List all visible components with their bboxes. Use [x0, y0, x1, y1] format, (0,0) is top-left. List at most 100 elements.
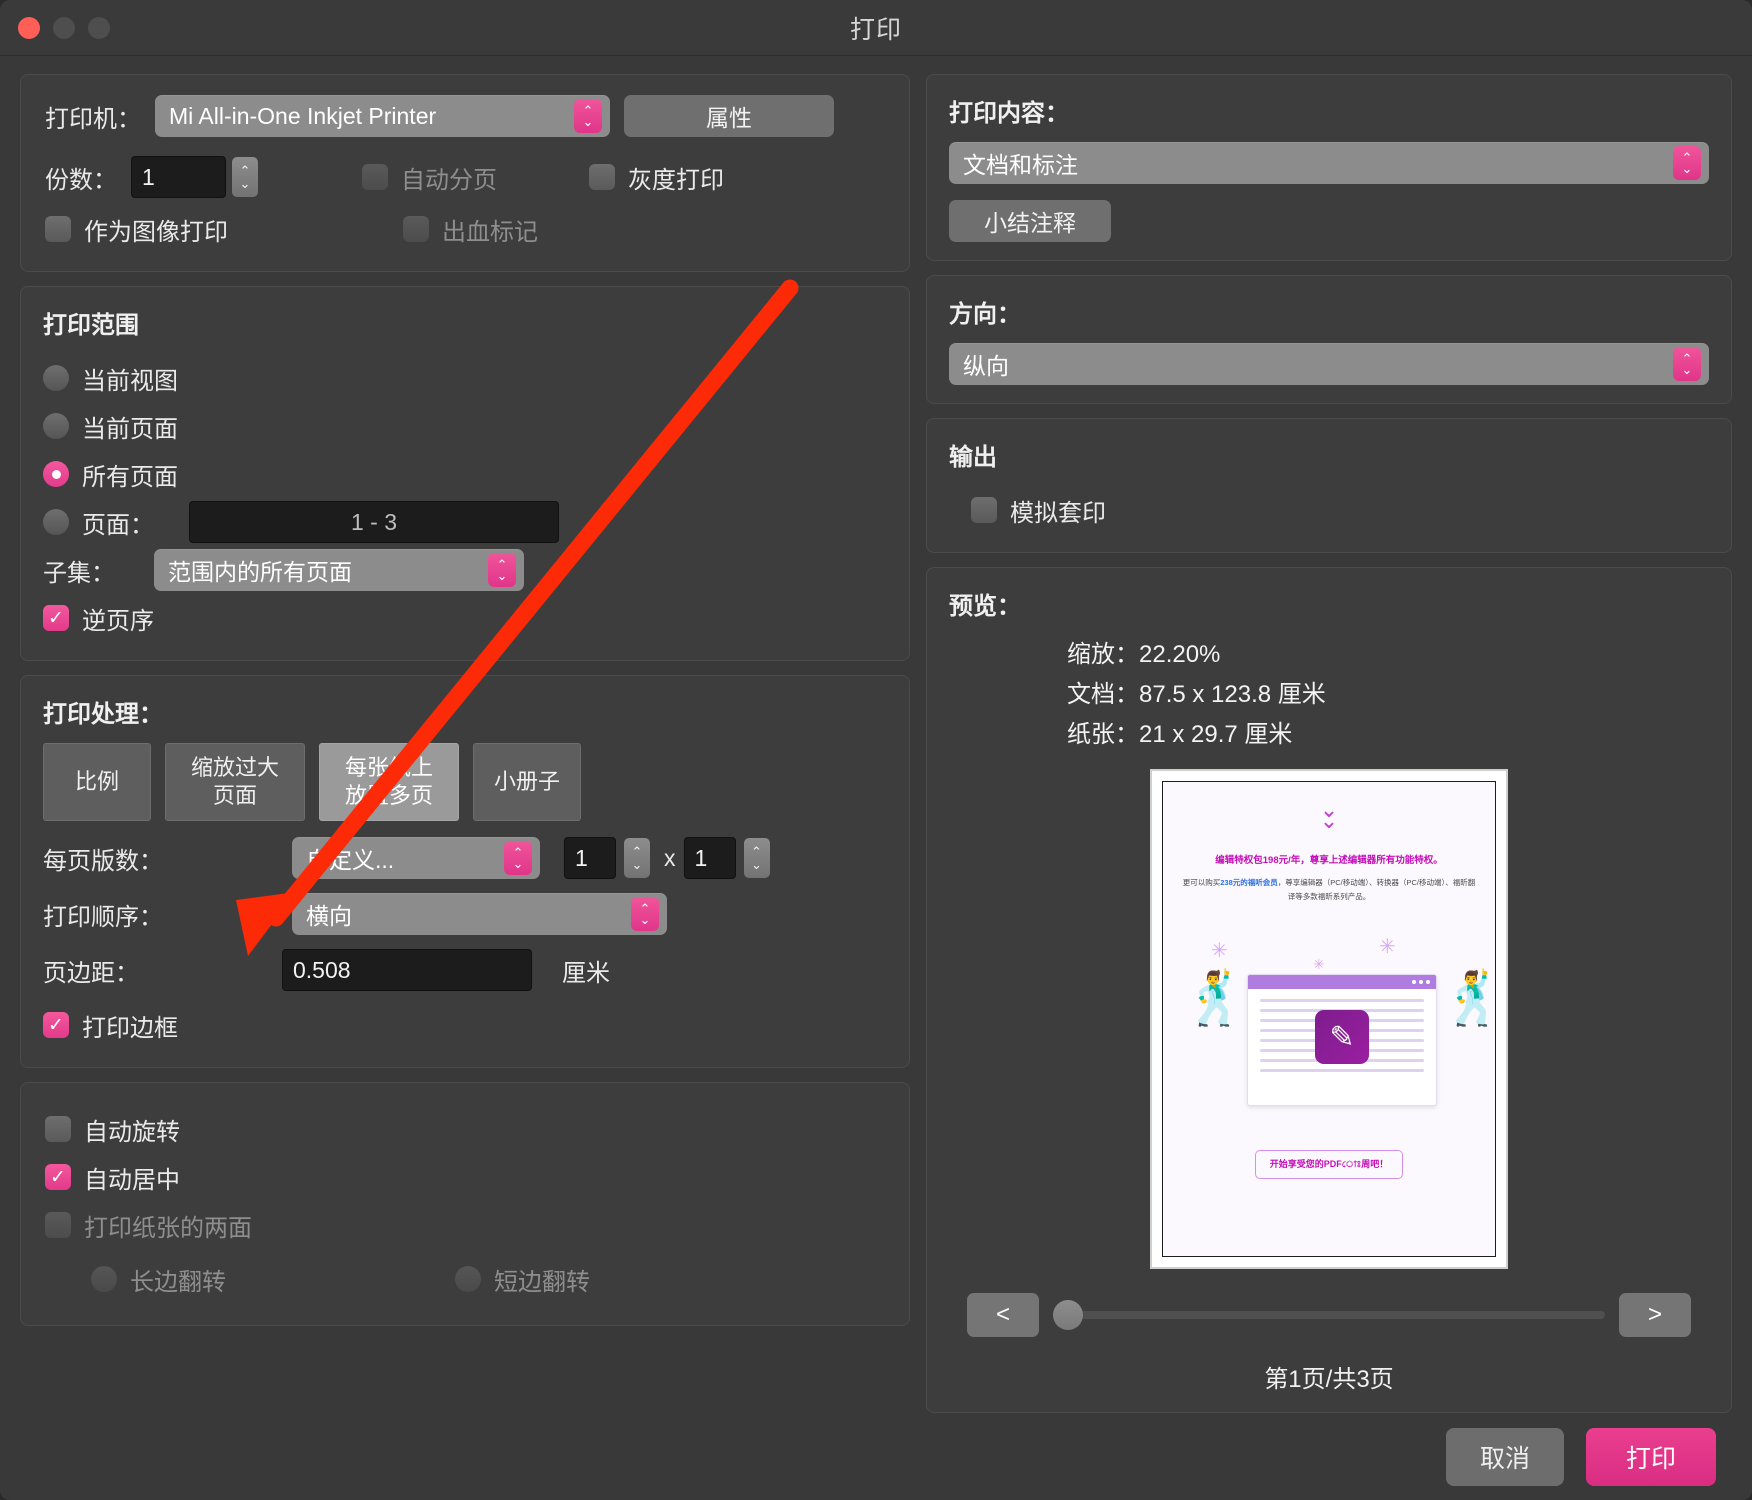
- window-titlebar: 打印: [0, 0, 1752, 56]
- printer-select-value: Mi All-in-One Inkjet Printer: [169, 103, 574, 130]
- range-pages-option[interactable]: 页面： 1 - 3: [43, 498, 887, 546]
- chevron-double-down-icon: ⌄⌄: [1320, 804, 1338, 826]
- order-select[interactable]: 横向 ⌃⌄: [292, 893, 667, 935]
- simulate-overprint-option[interactable]: 模拟套印: [949, 486, 1709, 534]
- firework-icon: ✳: [1379, 934, 1396, 959]
- print-content-select[interactable]: 文档和标注 ⌃⌄: [949, 142, 1709, 184]
- range-current-page-radio[interactable]: [43, 413, 69, 439]
- chevron-updown-icon: ⌃⌄: [488, 553, 516, 587]
- simulate-overprint-checkbox[interactable]: [971, 497, 997, 523]
- preview-prev-button[interactable]: <: [967, 1293, 1039, 1337]
- cancel-button[interactable]: 取消: [1446, 1428, 1564, 1486]
- bleed-marks-checkbox: [403, 216, 429, 242]
- misc-options-group: 自动旋转 ✓ 自动居中 打印纸张的两面 长边翻转: [20, 1082, 910, 1326]
- long-edge-radio: [91, 1266, 117, 1292]
- tab-shrink-oversized[interactable]: 缩放过大 页面: [165, 743, 305, 821]
- pages-input[interactable]: 1 - 3: [189, 501, 559, 543]
- range-current-view-option[interactable]: 当前视图: [43, 354, 887, 402]
- range-current-view-radio[interactable]: [43, 365, 69, 391]
- tab-scale[interactable]: 比例: [43, 743, 151, 821]
- print-border-option[interactable]: ✓ 打印边框: [43, 1001, 887, 1049]
- bleed-marks-label: 出血标记: [442, 212, 538, 247]
- print-border-label: 打印边框: [82, 1008, 178, 1043]
- print-range-title: 打印范围: [43, 305, 887, 340]
- preview-next-button[interactable]: >: [1619, 1293, 1691, 1337]
- order-label: 打印顺序：: [43, 897, 233, 932]
- copies-stepper[interactable]: ⌃⌄: [232, 157, 258, 197]
- firework-icon: ✳: [1211, 938, 1228, 963]
- collate-option: 自动分页: [362, 153, 497, 201]
- print-content-select-value: 文档和标注: [963, 146, 1673, 180]
- grayscale-checkbox[interactable]: [589, 164, 615, 190]
- properties-button[interactable]: 属性: [624, 95, 834, 137]
- times-symbol: x: [664, 845, 676, 872]
- grayscale-option[interactable]: 灰度打印: [589, 153, 724, 201]
- tab-booklet[interactable]: 小册子: [473, 743, 581, 821]
- dialog-footer: 取消 打印: [0, 1413, 1752, 1500]
- preview-thumbnail-wrap: ⌄⌄ 编辑特权包198元/年，尊享上述编辑器所有功能特权。 更可以购买238元的…: [949, 769, 1709, 1269]
- preview-thumbnail[interactable]: ⌄⌄ 编辑特权包198元/年，尊享上述编辑器所有功能特权。 更可以购买238元的…: [1150, 769, 1508, 1269]
- tab-scale-label: 比例: [75, 768, 119, 796]
- auto-center-option[interactable]: ✓ 自动居中: [45, 1153, 885, 1201]
- orientation-select[interactable]: 纵向 ⌃⌄: [949, 343, 1709, 385]
- range-all-pages-option[interactable]: 所有页面: [43, 450, 887, 498]
- print-as-image-option[interactable]: 作为图像打印: [45, 205, 228, 253]
- auto-rotate-option[interactable]: 自动旋转: [45, 1105, 885, 1153]
- auto-rotate-checkbox[interactable]: [45, 1116, 71, 1142]
- preview-zoom-value: 22.20%: [1139, 641, 1220, 668]
- tab-shrink-oversized-label: 缩放过大 页面: [191, 754, 279, 810]
- orientation-select-value: 纵向: [963, 347, 1673, 381]
- preview-subline-c: ，尊享编辑器（PC/移动端）、转换器（PC/移动端）、福昕翻译等多款福昕系列产品…: [1278, 878, 1476, 901]
- right-column: 打印内容： 文档和标注 ⌃⌄ 小结注释 方向： 纵向 ⌃⌄ 输出 模拟套印: [926, 74, 1732, 1413]
- browser-titlebar: [1248, 975, 1436, 989]
- print-as-image-checkbox[interactable]: [45, 216, 71, 242]
- range-current-view-label: 当前视图: [82, 361, 178, 396]
- printer-select[interactable]: Mi All-in-One Inkjet Printer ⌃⌄: [155, 95, 610, 137]
- long-edge-label: 长边翻转: [130, 1262, 226, 1297]
- per-page-select[interactable]: 自定义... ⌃⌄: [292, 837, 540, 879]
- tab-multiple-per-sheet[interactable]: 每张纸上 放置多页: [319, 743, 459, 821]
- simulate-overprint-label: 模拟套印: [1010, 493, 1106, 528]
- preview-subline: 更可以购买238元的福听会员，尊享编辑器（PC/移动端）、转换器（PC/移动端）…: [1163, 876, 1495, 904]
- auto-center-checkbox[interactable]: ✓: [45, 1164, 71, 1190]
- output-group: 输出 模拟套印: [926, 418, 1732, 553]
- range-current-page-label: 当前页面: [82, 409, 178, 444]
- grayscale-label: 灰度打印: [628, 160, 724, 195]
- preview-group: 预览： 缩放：22.20% 文档：87.5 x 123.8 厘米 纸张：21 x…: [926, 567, 1732, 1413]
- margin-input[interactable]: 0.508: [282, 949, 532, 991]
- subset-select-value: 范围内的所有页面: [168, 553, 488, 587]
- subset-select[interactable]: 范围内的所有页面 ⌃⌄: [154, 549, 524, 591]
- per-page-select-value: 自定义...: [306, 841, 504, 875]
- order-row: 打印顺序： 横向 ⌃⌄: [43, 893, 887, 935]
- left-column: 打印机： Mi All-in-One Inkjet Printer ⌃⌄ 属性 …: [20, 74, 910, 1413]
- columns-input[interactable]: 1: [564, 837, 616, 879]
- duplex-label: 打印纸张的两面: [84, 1208, 252, 1243]
- print-handling-group: 打印处理： 比例 缩放过大 页面 每张纸上 放置多页 小册子 每页版数： 自定义…: [20, 675, 910, 1068]
- range-pages-radio[interactable]: [43, 509, 69, 535]
- print-border-checkbox[interactable]: ✓: [43, 1012, 69, 1038]
- reverse-order-option[interactable]: ✓ 逆页序: [43, 594, 887, 642]
- preview-slider-knob[interactable]: [1053, 1300, 1083, 1330]
- handling-tabs: 比例 缩放过大 页面 每张纸上 放置多页 小册子: [43, 743, 887, 821]
- range-all-pages-radio[interactable]: [43, 461, 69, 487]
- range-all-pages-label: 所有页面: [82, 457, 178, 492]
- summarize-comments-button[interactable]: 小结注释: [949, 200, 1111, 242]
- rows-input[interactable]: 1: [684, 837, 736, 879]
- margin-unit-label: 厘米: [562, 953, 610, 988]
- copies-input[interactable]: 1: [131, 156, 226, 198]
- chevron-updown-icon: ⌃⌄: [631, 897, 659, 931]
- rows-stepper[interactable]: ⌃⌄: [744, 838, 770, 878]
- copies-row: 份数： 1 ⌃⌄ 自动分页 灰度打印: [45, 153, 885, 201]
- preview-cta-button: 开始享受您的PDFোঃ周吧！: [1255, 1150, 1404, 1179]
- printer-label: 打印机：: [45, 99, 141, 134]
- collate-checkbox: [362, 164, 388, 190]
- range-pages-label: 页面：: [82, 505, 154, 540]
- short-edge-radio: [455, 1266, 481, 1292]
- columns-stepper[interactable]: ⌃⌄: [624, 838, 650, 878]
- print-button[interactable]: 打印: [1586, 1428, 1716, 1486]
- reverse-order-checkbox[interactable]: ✓: [43, 605, 69, 631]
- preview-slider[interactable]: [1053, 1311, 1605, 1319]
- short-edge-option: 短边翻转: [455, 1255, 590, 1303]
- range-current-page-option[interactable]: 当前页面: [43, 402, 887, 450]
- subset-label: 子集：: [43, 553, 115, 588]
